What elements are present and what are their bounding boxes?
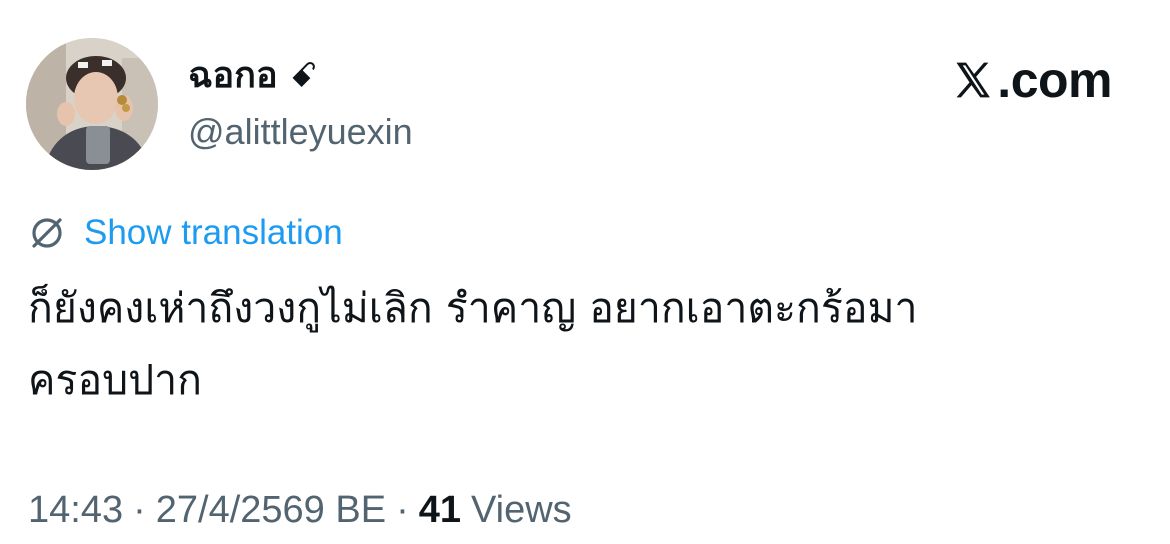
views-count[interactable]: 41: [419, 484, 461, 536]
show-translation-link[interactable]: Show translation: [28, 210, 343, 256]
display-name-emoji: ꗃ: [290, 56, 318, 96]
user-handle[interactable]: @alittleyuexin: [188, 108, 413, 156]
separator-dot: ·: [133, 489, 146, 531]
tweet-date[interactable]: 27/4/2569 BE: [156, 484, 386, 536]
display-name-text: ฉอกอ: [188, 55, 278, 96]
tweet-text: ก็ยังคงเห่าถึงวงกูไม่เลิก รำคาญ อยากเอาต…: [28, 284, 918, 404]
separator-dot: ·: [396, 489, 409, 531]
views-label: Views: [471, 489, 572, 531]
globe-icon: [32, 218, 62, 248]
brand-domain-text: .com: [997, 52, 1112, 108]
avatar-image: [26, 38, 158, 170]
tweet-meta: 14:43 · 27/4/2569 BE · 41 Views: [28, 484, 572, 536]
avatar[interactable]: [26, 38, 158, 170]
brand-watermark: .com: [951, 52, 1112, 108]
tweet-time[interactable]: 14:43: [28, 484, 123, 536]
tweet-card: ฉอกอ ꗃ @alittleyuexin .com Show translat…: [0, 0, 1170, 544]
x-logo-icon: [956, 62, 991, 98]
show-translation-label: Show translation: [84, 213, 343, 252]
display-name[interactable]: ฉอกอ ꗃ: [188, 52, 317, 100]
